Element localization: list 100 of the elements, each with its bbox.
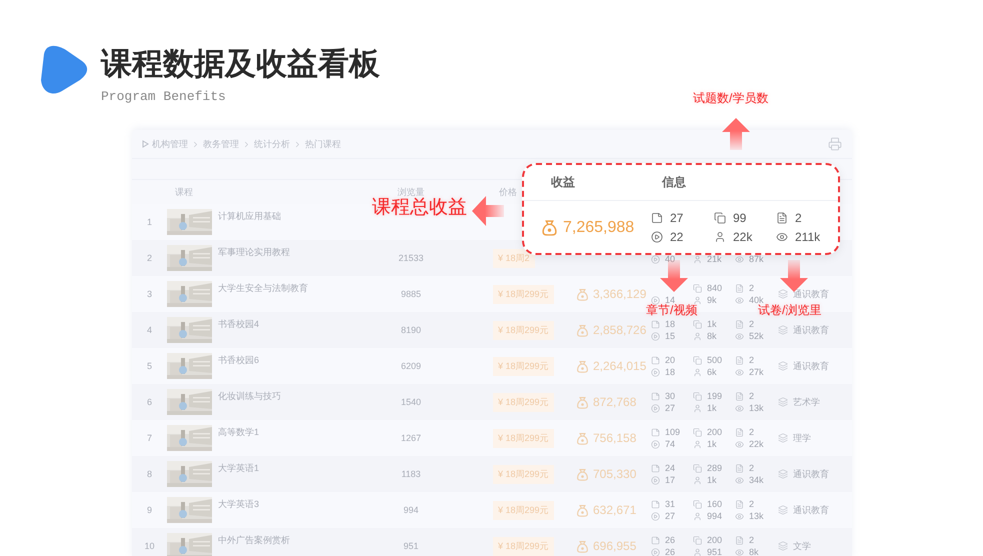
price-tag: ¥ 18周299元 [493, 500, 554, 520]
breadcrumb-item[interactable]: 机构管理 [152, 138, 188, 150]
play-icon [651, 440, 660, 448]
play-icon [651, 404, 660, 412]
price-tag: ¥ 18周299元 [493, 536, 554, 556]
course-name: 计算机应用基础 [218, 210, 282, 223]
category-label: 通识教育 [793, 324, 829, 336]
stat-value: 994 [707, 511, 722, 521]
revenue-amount: 696,955 [593, 539, 636, 553]
copy-icon [693, 320, 702, 328]
stat-value: 109 [665, 427, 680, 437]
price-tag: ¥ 18周299元 [493, 356, 554, 376]
annotation-label: 试题数/学员数 [693, 91, 768, 105]
stat-value: 17 [665, 475, 676, 485]
play-icon [651, 476, 660, 484]
stat-value: 52k [749, 331, 764, 341]
breadcrumb-item[interactable]: 热门课程 [305, 138, 341, 150]
stat-value: 34k [749, 475, 764, 485]
eye-icon [735, 332, 744, 340]
breadcrumb-item[interactable]: 统计分析 [254, 138, 290, 150]
stat-value: 199 [707, 391, 722, 401]
play-icon [651, 512, 660, 520]
logo-icon [40, 44, 88, 94]
price-tag: ¥ 18周299元 [493, 392, 554, 412]
view-count: 1540 [400, 397, 422, 407]
stat-value: 1k [707, 319, 717, 329]
copy-icon [693, 356, 702, 364]
view-count: 21533 [398, 253, 424, 263]
stat-value: 22k [733, 230, 752, 244]
user-icon [693, 332, 702, 340]
document-icon [735, 356, 744, 364]
popup-column-header: 信息 [662, 174, 686, 191]
category-label: 通识教育 [793, 288, 829, 300]
stat-value: 2 [749, 499, 754, 509]
document-icon [735, 428, 744, 436]
popup-column-header: 收益 [550, 174, 576, 191]
course-name: 大学英语1 [218, 462, 260, 475]
stat-value: 9k [707, 295, 717, 305]
chevron-icon [242, 140, 251, 148]
course-name: 化妆训练与技巧 [218, 390, 282, 403]
play-icon [651, 548, 660, 556]
category-label: 通识教育 [793, 360, 829, 372]
stat-value: 2 [749, 355, 754, 365]
copy-icon [693, 536, 702, 544]
stat-value: 2 [749, 319, 754, 329]
price-tag: ¥ 18周299元 [493, 428, 554, 448]
course-name: 书香校园4 [218, 318, 260, 331]
layers-icon [778, 469, 788, 479]
page-title: 课程数据及收益看板 [101, 46, 380, 82]
stat-value: 2 [749, 427, 754, 437]
eye-icon [735, 254, 744, 264]
row-number: 3 [146, 289, 152, 299]
eye-icon [735, 548, 744, 556]
arrow-icon [472, 196, 504, 226]
row-number: 8 [146, 469, 152, 479]
document-icon [735, 464, 744, 472]
stat-value: 74 [665, 439, 676, 449]
stat-value: 160 [707, 499, 722, 509]
view-count: 6209 [400, 361, 422, 371]
stat-value: 6k [707, 367, 717, 377]
price-tag: ¥ 18周299元 [493, 464, 554, 484]
row-number: 5 [146, 361, 152, 371]
money-bag-icon [541, 219, 558, 236]
stat-value: 87k [749, 254, 764, 264]
stat-value: 18 [665, 319, 676, 329]
price-tag: ¥ 18周299元 [493, 320, 554, 340]
user-icon [693, 512, 702, 520]
category-label: 艺术学 [793, 396, 820, 408]
money-bag-icon [576, 360, 589, 372]
stat-value: 27 [670, 211, 684, 225]
stat-value: 1k [707, 403, 717, 413]
triangle-icon [142, 140, 149, 148]
stat-value: 289 [707, 463, 722, 473]
stat-value: 1k [707, 439, 717, 449]
stat-value: 211k [795, 230, 820, 244]
eye-icon [735, 368, 744, 376]
view-count: 1267 [400, 433, 422, 443]
revenue-amount: 2,264,015 [593, 359, 646, 373]
user-icon [714, 231, 726, 243]
copy-icon [693, 464, 702, 472]
layers-icon [778, 541, 788, 551]
stat-value: 22 [670, 230, 684, 244]
document-icon [735, 320, 744, 328]
layers-icon [778, 505, 788, 515]
chapter-icon [651, 212, 663, 224]
user-icon [693, 476, 702, 484]
arrow-icon [722, 118, 750, 150]
column-header: 价格 [498, 186, 518, 198]
copy-icon [693, 428, 702, 436]
stat-value: 26 [665, 547, 676, 556]
layers-icon [778, 289, 788, 299]
stat-value: 13k [749, 403, 764, 413]
play-icon [651, 296, 660, 304]
revenue-amount: 705,330 [593, 467, 636, 481]
row-number: 6 [146, 397, 152, 407]
stat-value: 27 [665, 511, 676, 521]
breadcrumb-item[interactable]: 教务管理 [203, 138, 239, 150]
stat-value: 840 [707, 283, 722, 293]
stat-value: 8k [707, 331, 717, 341]
stat-value: 22k [749, 439, 764, 449]
